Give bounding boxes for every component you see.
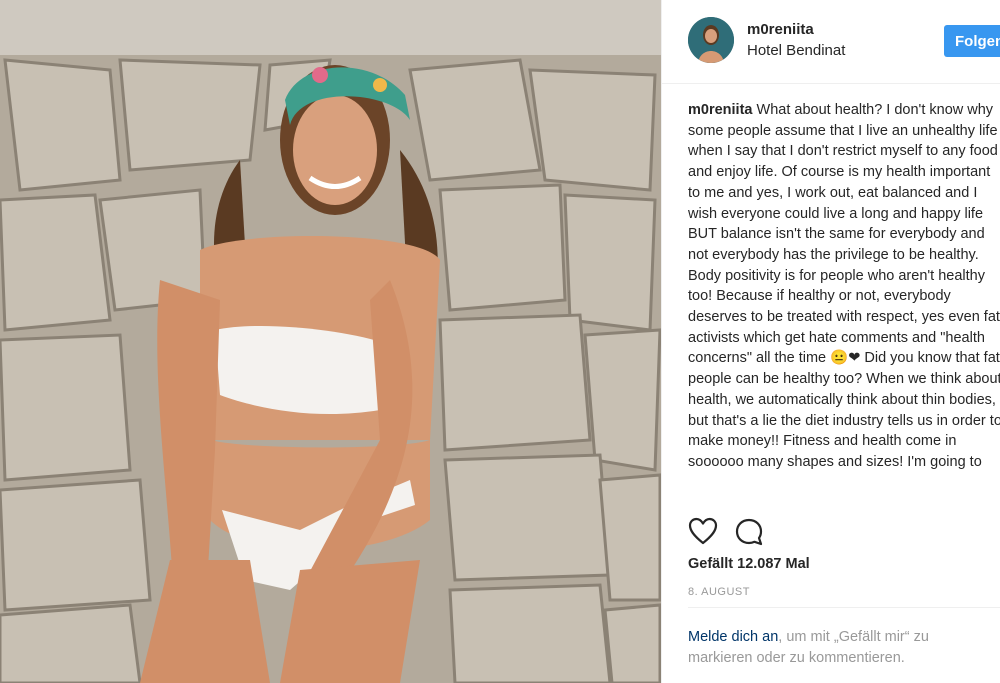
post-date: 8. AUGUST	[688, 586, 750, 598]
post-location[interactable]: Hotel Bendinat	[747, 42, 845, 59]
avatar[interactable]	[688, 17, 734, 63]
avatar-image	[688, 17, 734, 63]
post-photo-image	[0, 0, 661, 683]
post-caption: m0reniita What about health? I don't kno…	[688, 100, 1000, 506]
post-photo[interactable]	[0, 0, 661, 683]
speech-bubble-icon[interactable]	[734, 517, 764, 547]
post-author-username[interactable]: m0reniita	[747, 21, 814, 38]
follow-button[interactable]: Folgen	[944, 25, 1000, 57]
login-link[interactable]: Melde dich an	[688, 629, 778, 645]
login-prompt: Melde dich an, um mit „Gefällt mir“ zu m…	[688, 627, 968, 668]
post-header: m0reniita Hotel Bendinat Folgen	[662, 0, 1000, 84]
heart-outline-icon[interactable]	[688, 517, 718, 545]
post-side-panel: m0reniita Hotel Bendinat Folgen m0reniit…	[662, 0, 1000, 683]
like-count[interactable]: Gefällt 12.087 Mal	[688, 556, 810, 572]
caption-username[interactable]: m0reniita	[688, 102, 752, 118]
section-divider	[688, 607, 1000, 608]
caption-text: What about health? I don't know why some…	[688, 102, 1000, 470]
